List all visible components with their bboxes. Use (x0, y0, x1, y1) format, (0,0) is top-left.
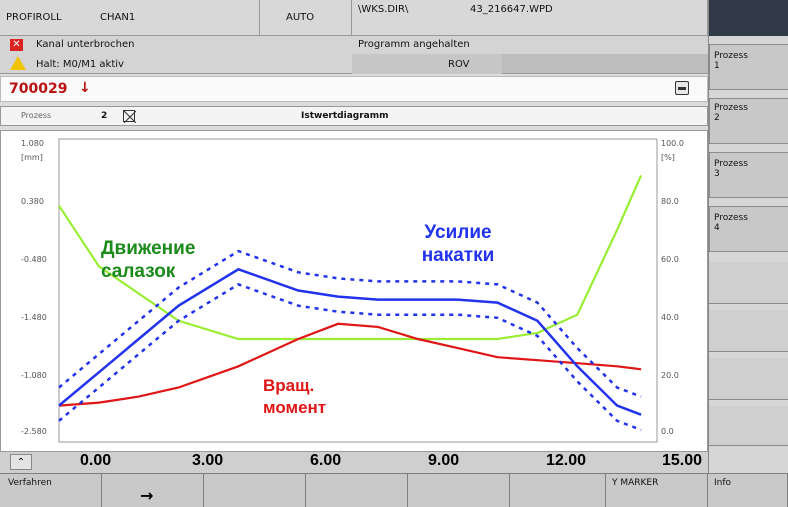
left-tick-0: 1.080 (21, 139, 44, 148)
softkey-verfahren[interactable]: Verfahren (0, 473, 102, 507)
header-path-cell: \WKS.DIR\ 43_216647.WPD (352, 0, 708, 36)
alarm-text-1: Kanal unterbrochen (36, 39, 135, 50)
softkey-blank-b5[interactable] (408, 473, 510, 507)
path-label: \WKS.DIR\ (358, 4, 409, 15)
x-tick-2: 6.00 (310, 452, 342, 469)
softkey-y-marker[interactable]: Y MARKER (606, 473, 708, 507)
left-tick-6: -2.580 (21, 427, 47, 436)
close-icon: ✕ (10, 39, 23, 51)
softkey-prozess-2[interactable]: Prozess 2 (709, 98, 788, 144)
channel-label: CHAN1 (100, 12, 136, 23)
program-label: PROFIROLL (6, 12, 62, 23)
x-tick-3: 9.00 (428, 452, 460, 469)
right-tick-4: 40.0 (661, 313, 679, 322)
warning-icon (10, 56, 26, 70)
softkey-blank-b3[interactable] (204, 473, 306, 507)
left-tick-2: 0.380 (21, 197, 44, 206)
softkey-prozess-4[interactable]: Prozess 4 (709, 206, 788, 252)
softkey-arrow[interactable]: → (102, 473, 204, 507)
alarm-number-bar: 700029 ↓ (0, 76, 708, 102)
header-program-cell: PROFIROLL CHAN1 (0, 0, 260, 36)
softkey-y-marker-label: Y MARKER (612, 478, 659, 488)
mode-label: AUTO (286, 12, 315, 23)
left-tick-4: -1.480 (21, 313, 47, 322)
process-selector-icon[interactable] (123, 110, 136, 123)
file-label: 43_216647.WPD (470, 4, 553, 15)
x-tick-1: 3.00 (192, 452, 224, 469)
torque-label: Вращ. момент (263, 376, 327, 417)
status-row-2-block (352, 54, 502, 74)
right-tick-0: 100.0 (661, 139, 684, 148)
softkey-prozess-2-label: Prozess 2 (714, 103, 748, 123)
softkey-prozess-1-label: Prozess 1 (714, 51, 748, 71)
softkey-blank-6[interactable] (709, 310, 788, 352)
softkey-prozess-3-label: Prozess 3 (714, 159, 748, 179)
alarm-row-1: ✕ Kanal unterbrochen (0, 36, 352, 54)
left-tick-1: [mm] (21, 153, 43, 162)
alarm-text-2: Halt: M0/M1 aktiv (36, 59, 124, 70)
header-mode-cell: AUTO (260, 0, 352, 36)
alarm-number: 700029 (9, 81, 68, 97)
status-row-1: Programm angehalten (352, 36, 708, 54)
softkey-prozess-1[interactable]: Prozess 1 (709, 44, 788, 90)
process-number: 2 (101, 111, 108, 121)
x-tick-0: 0.00 (80, 452, 112, 469)
softkey-verfahren-label: Verfahren (8, 478, 52, 488)
right-tick-5: 20.0 (661, 371, 679, 380)
alarm-arrow-icon: ↓ (79, 80, 91, 96)
rov-label: ROV (448, 59, 470, 70)
softkey-blank-7[interactable] (709, 358, 788, 400)
right-tick-6: 0.0 (661, 427, 674, 436)
x-axis-row: ⌃ 0.00 3.00 6.00 9.00 12.00 15.00 (0, 452, 708, 473)
right-tick-3: 60.0 (661, 255, 679, 264)
chart-title: Istwertdiagramm (301, 111, 389, 121)
bottom-softkey-bar: Verfahren → Y MARKER Info (0, 473, 788, 507)
status-text-1: Programm angehalten (358, 39, 470, 50)
softkey-info-label: Info (714, 478, 732, 488)
x-tick-5: 15.00 (662, 452, 703, 469)
right-tick-2: 80.0 (661, 197, 679, 206)
left-tick-3: -0.480 (21, 255, 47, 264)
chart-panel: 1.080 [mm] 0.380 -0.480 -1.480 -1.080 -2… (0, 130, 708, 452)
status-row-2: ROV (352, 54, 708, 74)
slide-motion-label: Движение салазок (101, 238, 196, 282)
softkey-info[interactable]: Info (708, 473, 788, 507)
print-icon[interactable] (675, 81, 689, 95)
softkey-prozess-4-label: Prozess 4 (714, 213, 748, 233)
softkey-blank-8[interactable] (709, 406, 788, 446)
right-tick-1: [%] (661, 153, 675, 162)
process-label: Prozess (21, 111, 52, 120)
process-title-bar: Prozess 2 Istwertdiagramm (0, 106, 708, 126)
left-tick-5: -1.080 (21, 371, 47, 380)
softkey-prozess-3[interactable]: Prozess 3 (709, 152, 788, 198)
right-softkey-panel: Prozess 1 Prozess 2 Prozess 3 Prozess 4 (708, 0, 788, 476)
scroll-up-icon[interactable]: ⌃ (10, 454, 32, 470)
alarm-row-2: Halt: M0/M1 aktiv (0, 54, 352, 74)
right-panel-top (709, 0, 788, 36)
arrow-right-icon: → (140, 486, 154, 505)
rolling-force-label: Усилие накатки (421, 222, 495, 266)
softkey-blank-5[interactable] (709, 262, 788, 304)
softkey-blank-b6[interactable] (510, 473, 606, 507)
x-tick-4: 12.00 (546, 452, 587, 469)
softkey-blank-b4[interactable] (306, 473, 408, 507)
